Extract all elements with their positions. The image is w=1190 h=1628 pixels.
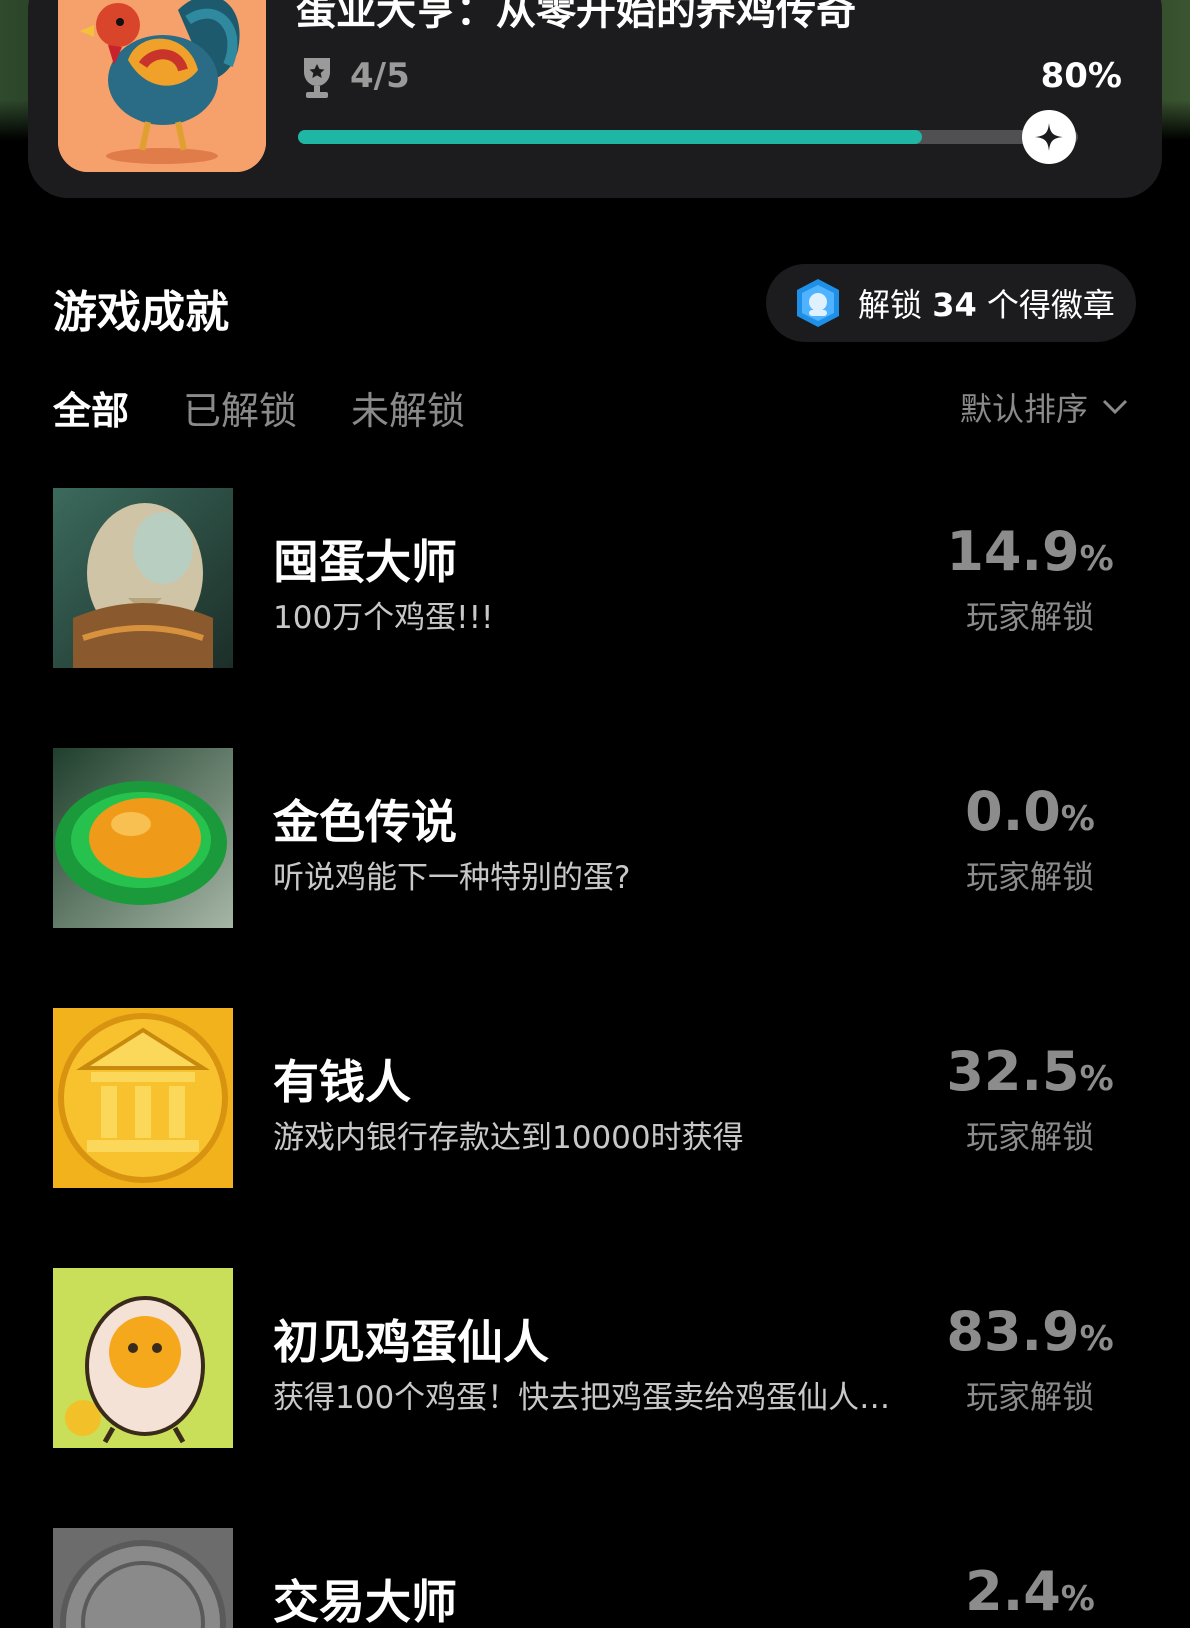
achievement-sub: 玩家解锁 <box>965 598 1094 636</box>
egg-character-icon <box>53 1268 233 1448</box>
game-card[interactable]: 蛋业大亨：从零开始的养鸡传奇 4/5 80% <box>28 0 1162 198</box>
sort-label: 默认排序 <box>959 390 1088 428</box>
achievement-row[interactable]: 有钱人 游戏内银行存款达到10000时获得 32.5% 玩家解锁 <box>0 1008 1190 1188</box>
percent-unit: % <box>1060 799 1095 839</box>
egg-statue-icon <box>53 488 233 668</box>
percent-value: 32.5 <box>946 1040 1080 1103</box>
achievement-name: 交易大师 <box>273 1575 457 1628</box>
achievement-percent: 83.9% <box>930 1300 1130 1363</box>
achievement-name: 金色传说 <box>273 795 457 849</box>
chevron-down-icon <box>1102 399 1128 415</box>
percent-unit: % <box>1079 539 1114 579</box>
achievement-name: 囤蛋大师 <box>273 535 457 589</box>
percent-value: 0.0 <box>965 780 1061 843</box>
golden-egg-icon <box>53 748 233 928</box>
achievement-name: 有钱人 <box>273 1055 411 1109</box>
badge-prefix: 解锁 <box>858 286 923 324</box>
achievement-row[interactable]: 金色传说 听说鸡能下一种特别的蛋? 0.0% 玩家解锁 <box>0 748 1190 928</box>
badge-count: 34 <box>932 286 977 324</box>
tab-locked[interactable]: 未解锁 <box>351 380 465 435</box>
achievement-desc: 100万个鸡蛋!!! <box>273 600 494 636</box>
badge-icon <box>797 279 839 327</box>
tab-unlocked[interactable]: 已解锁 <box>183 380 297 435</box>
rooster-icon <box>58 0 266 172</box>
percent-value: 14.9 <box>946 520 1080 583</box>
achievement-percent: 14.9% <box>930 520 1130 583</box>
percent-unit: % <box>1079 1059 1114 1099</box>
achievement-desc: 听说鸡能下一种特别的蛋? <box>273 860 631 896</box>
achievement-percent: 32.5% <box>930 1040 1130 1103</box>
trophy-count: 4/5 <box>350 56 410 96</box>
achievement-percent: 0.0% <box>930 780 1130 843</box>
percent-unit: % <box>1079 1319 1114 1359</box>
achievement-desc: 游戏内银行存款达到10000时获得 <box>273 1120 744 1156</box>
percent-value: 2.4 <box>965 1560 1061 1623</box>
tab-all[interactable]: 全部 <box>53 380 129 435</box>
achievement-row[interactable]: 交易大师 2.4% <box>0 1528 1190 1628</box>
badge-text: 解锁 34 个得徽章 <box>858 280 1115 326</box>
progress-bar <box>298 130 1078 144</box>
achievement-percent: 2.4% <box>930 1560 1130 1623</box>
trophy-icon <box>304 58 330 98</box>
sparkle-icon <box>1035 123 1063 151</box>
game-title: 蛋业大亨：从零开始的养鸡传奇 <box>296 0 856 34</box>
achievement-name: 初见鸡蛋仙人 <box>273 1315 549 1369</box>
progress-fill <box>298 130 922 144</box>
sort-dropdown[interactable]: 默认排序 <box>960 384 1128 430</box>
achievement-desc: 获得100个鸡蛋！快去把鸡蛋卖给鸡蛋仙人… <box>273 1380 891 1416</box>
achievement-row[interactable]: 囤蛋大师 100万个鸡蛋!!! 14.9% 玩家解锁 <box>0 488 1190 668</box>
achievement-row[interactable]: 初见鸡蛋仙人 获得100个鸡蛋！快去把鸡蛋卖给鸡蛋仙人… 83.9% 玩家解锁 <box>0 1268 1190 1448</box>
silver-coin-icon <box>53 1528 233 1628</box>
percent-value: 83.9 <box>946 1300 1080 1363</box>
achievement-sub: 玩家解锁 <box>965 1378 1094 1416</box>
section-title: 游戏成就 <box>53 287 229 338</box>
achievement-sub: 玩家解锁 <box>965 1118 1094 1156</box>
filter-tabs: 全部 已解锁 未解锁 <box>53 380 465 435</box>
achievement-sub: 玩家解锁 <box>965 858 1094 896</box>
bank-coin-icon <box>53 1008 233 1188</box>
progress-percent: 80% <box>1040 56 1122 96</box>
progress-end-knob[interactable] <box>1022 110 1076 164</box>
badge-suffix: 个得徽章 <box>986 286 1115 324</box>
percent-unit: % <box>1060 1579 1095 1619</box>
badge-unlock-button[interactable]: 解锁 34 个得徽章 <box>766 264 1136 342</box>
